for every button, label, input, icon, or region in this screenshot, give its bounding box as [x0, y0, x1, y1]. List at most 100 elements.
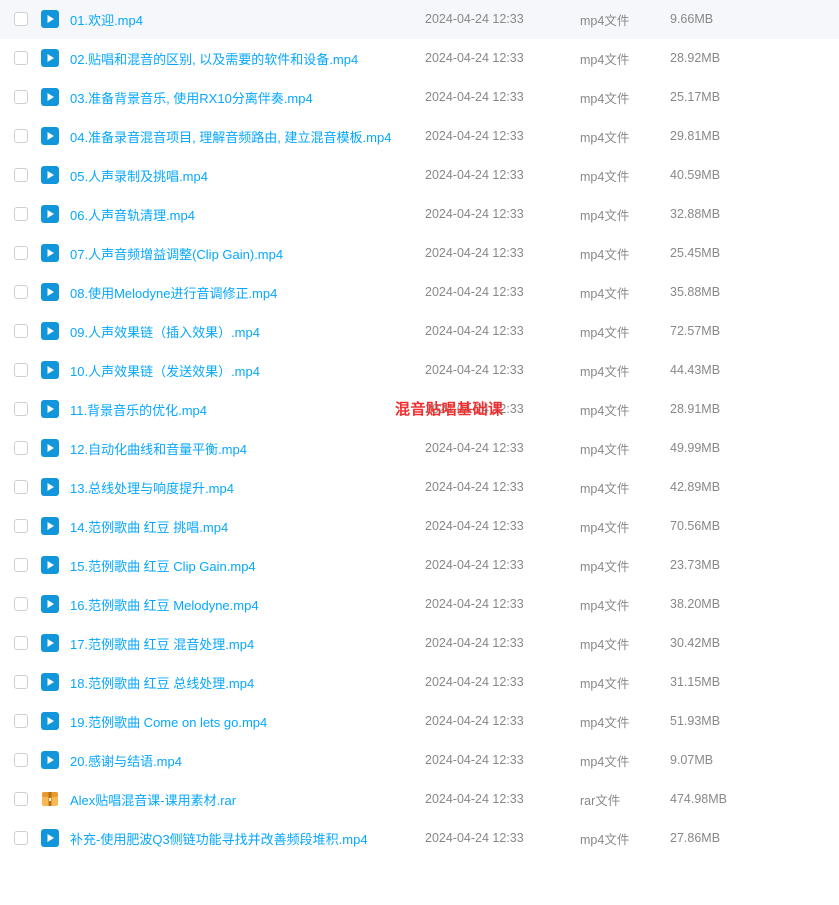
- file-name[interactable]: 05.人声录制及挑唱.mp4: [70, 166, 425, 185]
- file-name[interactable]: 12.自动化曲线和音量平衡.mp4: [70, 439, 425, 458]
- row-checkbox[interactable]: [14, 753, 28, 767]
- file-row[interactable]: 18.范例歌曲 红豆 总线处理.mp42024-04-24 12:33mp4文件…: [0, 663, 839, 702]
- row-checkbox[interactable]: [14, 285, 28, 299]
- file-type: mp4文件: [580, 400, 670, 419]
- archive-icon: [40, 789, 60, 809]
- row-checkbox[interactable]: [14, 636, 28, 650]
- file-row[interactable]: 11.背景音乐的优化.mp42024-04-24 12:33mp4文件28.91…: [0, 390, 839, 429]
- row-checkbox[interactable]: [14, 441, 28, 455]
- file-row[interactable]: 10.人声效果链（发送效果）.mp42024-04-24 12:33mp4文件4…: [0, 351, 839, 390]
- row-checkbox[interactable]: [14, 792, 28, 806]
- video-icon: [40, 750, 60, 770]
- row-checkbox[interactable]: [14, 675, 28, 689]
- video-icon: [40, 9, 60, 29]
- file-name[interactable]: 19.范例歌曲 Come on lets go.mp4: [70, 712, 425, 731]
- row-checkbox[interactable]: [14, 324, 28, 338]
- file-type: mp4文件: [580, 712, 670, 731]
- file-row[interactable]: 03.准备背景音乐, 使用RX10分离伴奏.mp42024-04-24 12:3…: [0, 78, 839, 117]
- file-row[interactable]: 17.范例歌曲 红豆 混音处理.mp42024-04-24 12:33mp4文件…: [0, 624, 839, 663]
- file-name[interactable]: 18.范例歌曲 红豆 总线处理.mp4: [70, 673, 425, 692]
- file-name[interactable]: 03.准备背景音乐, 使用RX10分离伴奏.mp4: [70, 88, 425, 107]
- row-checkbox[interactable]: [14, 12, 28, 26]
- row-checkbox[interactable]: [14, 597, 28, 611]
- file-row[interactable]: Alex贴唱混音课-课用素材.rar2024-04-24 12:33rar文件4…: [0, 780, 839, 819]
- video-icon: [40, 360, 60, 380]
- file-type: mp4文件: [580, 322, 670, 341]
- video-icon: [40, 399, 60, 419]
- file-name[interactable]: 14.范例歌曲 红豆 挑唱.mp4: [70, 517, 425, 536]
- file-name[interactable]: 17.范例歌曲 红豆 混音处理.mp4: [70, 634, 425, 653]
- file-row[interactable]: 13.总线处理与响度提升.mp42024-04-24 12:33mp4文件42.…: [0, 468, 839, 507]
- file-date: 2024-04-24 12:33: [425, 519, 580, 533]
- video-icon: [40, 555, 60, 575]
- row-checkbox[interactable]: [14, 51, 28, 65]
- file-type: mp4文件: [580, 244, 670, 263]
- file-name[interactable]: 07.人声音频增益调整(Clip Gain).mp4: [70, 244, 425, 263]
- video-icon: [40, 243, 60, 263]
- file-name[interactable]: Alex贴唱混音课-课用素材.rar: [70, 790, 425, 809]
- file-date: 2024-04-24 12:33: [425, 207, 580, 221]
- file-name[interactable]: 06.人声音轨清理.mp4: [70, 205, 425, 224]
- file-name[interactable]: 20.感谢与结语.mp4: [70, 751, 425, 770]
- file-size: 23.73MB: [670, 558, 770, 572]
- video-icon: [40, 165, 60, 185]
- file-row[interactable]: 16.范例歌曲 红豆 Melodyne.mp42024-04-24 12:33m…: [0, 585, 839, 624]
- file-date: 2024-04-24 12:33: [425, 90, 580, 104]
- file-date: 2024-04-24 12:33: [425, 363, 580, 377]
- file-name[interactable]: 04.准备录音混音项目, 理解音频路由, 建立混音模板.mp4: [70, 127, 425, 146]
- file-row[interactable]: 补充-使用肥波Q3侧链功能寻找并改善频段堆积.mp42024-04-24 12:…: [0, 819, 839, 858]
- file-name[interactable]: 01.欢迎.mp4: [70, 10, 425, 29]
- file-size: 25.45MB: [670, 246, 770, 260]
- file-row[interactable]: 02.贴唱和混音的区别, 以及需要的软件和设备.mp42024-04-24 12…: [0, 39, 839, 78]
- file-row[interactable]: 09.人声效果链（插入效果）.mp42024-04-24 12:33mp4文件7…: [0, 312, 839, 351]
- file-row[interactable]: 07.人声音频增益调整(Clip Gain).mp42024-04-24 12:…: [0, 234, 839, 273]
- file-type: mp4文件: [580, 49, 670, 68]
- file-type: mp4文件: [580, 127, 670, 146]
- file-row[interactable]: 12.自动化曲线和音量平衡.mp42024-04-24 12:33mp4文件49…: [0, 429, 839, 468]
- file-name[interactable]: 09.人声效果链（插入效果）.mp4: [70, 322, 425, 341]
- file-date: 2024-04-24 12:33: [425, 51, 580, 65]
- row-checkbox[interactable]: [14, 402, 28, 416]
- file-date: 2024-04-24 12:33: [425, 285, 580, 299]
- file-list: 01.欢迎.mp42024-04-24 12:33mp4文件9.66MB02.贴…: [0, 0, 839, 858]
- file-date: 2024-04-24 12:33: [425, 402, 580, 416]
- file-name[interactable]: 15.范例歌曲 红豆 Clip Gain.mp4: [70, 556, 425, 575]
- file-row[interactable]: 04.准备录音混音项目, 理解音频路由, 建立混音模板.mp42024-04-2…: [0, 117, 839, 156]
- file-type: mp4文件: [580, 517, 670, 536]
- file-date: 2024-04-24 12:33: [425, 480, 580, 494]
- file-date: 2024-04-24 12:33: [425, 558, 580, 572]
- row-checkbox[interactable]: [14, 714, 28, 728]
- file-name[interactable]: 11.背景音乐的优化.mp4: [70, 400, 425, 419]
- file-row[interactable]: 08.使用Melodyne进行音调修正.mp42024-04-24 12:33m…: [0, 273, 839, 312]
- file-row[interactable]: 14.范例歌曲 红豆 挑唱.mp42024-04-24 12:33mp4文件70…: [0, 507, 839, 546]
- file-row[interactable]: 20.感谢与结语.mp42024-04-24 12:33mp4文件9.07MB: [0, 741, 839, 780]
- row-checkbox[interactable]: [14, 246, 28, 260]
- file-size: 27.86MB: [670, 831, 770, 845]
- row-checkbox[interactable]: [14, 90, 28, 104]
- file-size: 49.99MB: [670, 441, 770, 455]
- row-checkbox[interactable]: [14, 363, 28, 377]
- file-row[interactable]: 15.范例歌曲 红豆 Clip Gain.mp42024-04-24 12:33…: [0, 546, 839, 585]
- file-name[interactable]: 02.贴唱和混音的区别, 以及需要的软件和设备.mp4: [70, 49, 425, 68]
- file-row[interactable]: 05.人声录制及挑唱.mp42024-04-24 12:33mp4文件40.59…: [0, 156, 839, 195]
- row-checkbox[interactable]: [14, 129, 28, 143]
- row-checkbox[interactable]: [14, 480, 28, 494]
- file-row[interactable]: 01.欢迎.mp42024-04-24 12:33mp4文件9.66MB: [0, 0, 839, 39]
- row-checkbox[interactable]: [14, 207, 28, 221]
- file-row[interactable]: 06.人声音轨清理.mp42024-04-24 12:33mp4文件32.88M…: [0, 195, 839, 234]
- row-checkbox[interactable]: [14, 831, 28, 845]
- row-checkbox[interactable]: [14, 168, 28, 182]
- video-icon: [40, 204, 60, 224]
- file-date: 2024-04-24 12:33: [425, 753, 580, 767]
- file-name[interactable]: 13.总线处理与响度提升.mp4: [70, 478, 425, 497]
- file-date: 2024-04-24 12:33: [425, 714, 580, 728]
- file-name[interactable]: 10.人声效果链（发送效果）.mp4: [70, 361, 425, 380]
- row-checkbox[interactable]: [14, 519, 28, 533]
- video-icon: [40, 321, 60, 341]
- file-row[interactable]: 19.范例歌曲 Come on lets go.mp42024-04-24 12…: [0, 702, 839, 741]
- file-type: mp4文件: [580, 283, 670, 302]
- row-checkbox[interactable]: [14, 558, 28, 572]
- file-name[interactable]: 16.范例歌曲 红豆 Melodyne.mp4: [70, 595, 425, 614]
- file-name[interactable]: 补充-使用肥波Q3侧链功能寻找并改善频段堆积.mp4: [70, 829, 425, 848]
- file-name[interactable]: 08.使用Melodyne进行音调修正.mp4: [70, 283, 425, 302]
